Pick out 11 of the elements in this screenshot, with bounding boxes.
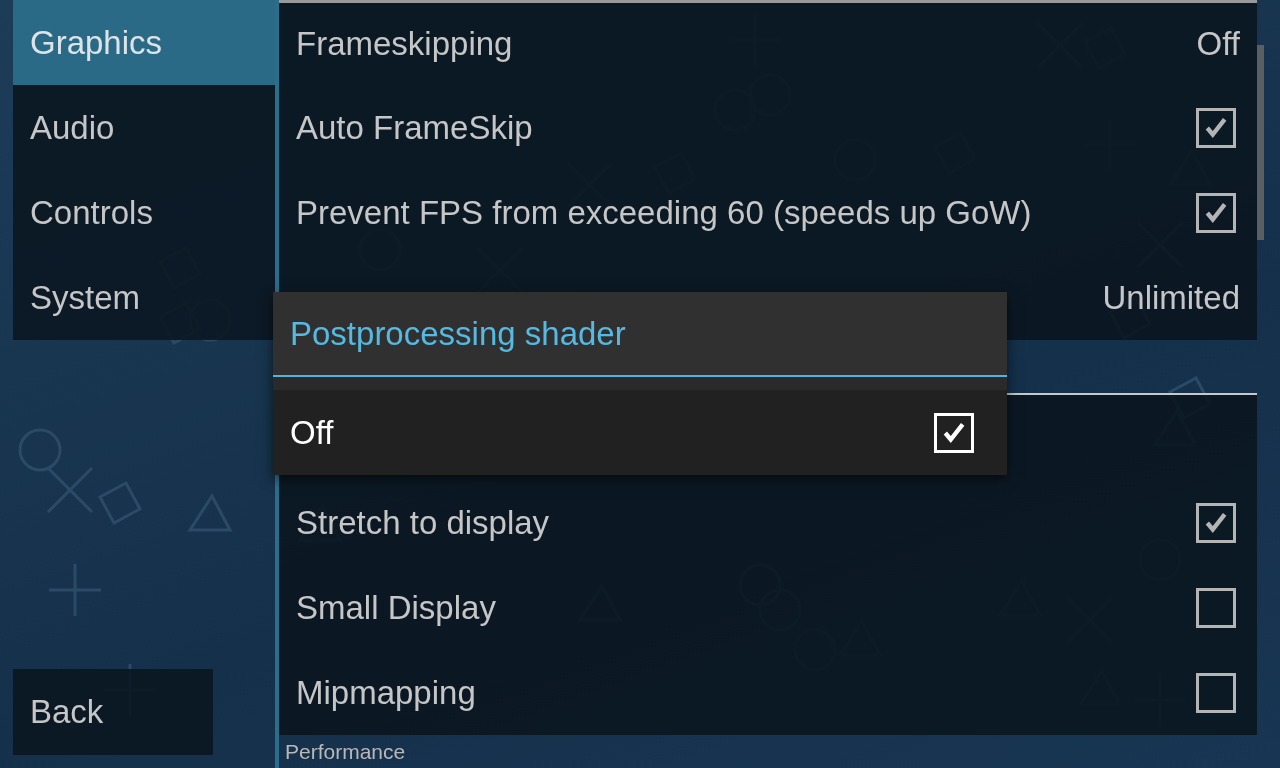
setting-label: Stretch to display — [296, 503, 550, 542]
option-label: Off — [290, 413, 334, 452]
setting-value: Unlimited — [1102, 278, 1240, 317]
setting-label: Frameskipping — [296, 25, 513, 63]
setting-label: Mipmapping — [296, 673, 476, 712]
dialog-title: Postprocessing shader — [273, 292, 1007, 377]
setting-label: Small Display — [296, 588, 496, 627]
setting-label: Prevent FPS from exceeding 60 (speeds up GoW) — [296, 193, 1032, 232]
setting-value: Off — [1196, 25, 1240, 63]
setting-label: Auto FrameSkip — [296, 108, 533, 147]
section-header: Performance — [285, 740, 406, 764]
